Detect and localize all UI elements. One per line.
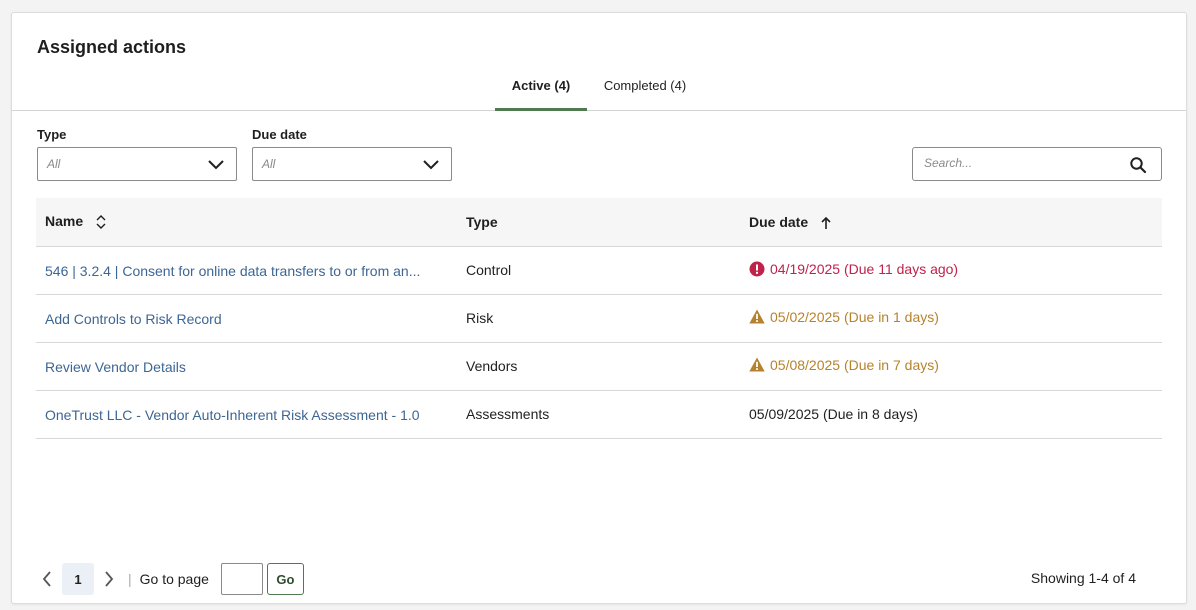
column-header-type-label: Type bbox=[466, 213, 498, 230]
row-name-link[interactable]: 546 | 3.2.4 | Consent for online data tr… bbox=[45, 263, 420, 279]
row-type: Risk bbox=[457, 294, 740, 343]
row-due-date-text: 04/19/2025 (Due 11 days ago) bbox=[770, 260, 959, 277]
column-header-type[interactable]: Type bbox=[457, 198, 740, 247]
goto-page-input[interactable] bbox=[220, 563, 263, 595]
chevron-down-icon bbox=[208, 160, 224, 170]
chevron-right-icon bbox=[105, 571, 114, 587]
search-icon[interactable] bbox=[1129, 156, 1147, 174]
search-input[interactable] bbox=[924, 156, 1114, 170]
sort-ascending-icon[interactable] bbox=[820, 216, 832, 230]
assigned-actions-card: Assigned actions Active (4) Completed (4… bbox=[11, 12, 1187, 604]
row-name-link[interactable]: Review Vendor Details bbox=[45, 359, 186, 375]
type-filter-value: All bbox=[47, 157, 61, 171]
warning-icon bbox=[749, 309, 765, 324]
row-due-date-text: 05/02/2025 (Due in 1 days) bbox=[770, 308, 939, 325]
table-row: Review Vendor Details Vendors 05/08/2025… bbox=[36, 342, 1162, 391]
go-button[interactable]: Go bbox=[266, 563, 304, 595]
results-count: Showing 1-4 of 4 bbox=[1030, 570, 1136, 586]
previous-page-button[interactable] bbox=[36, 563, 58, 595]
search-box bbox=[912, 147, 1162, 181]
type-filter-select[interactable]: All bbox=[37, 147, 237, 181]
table-header-row: Name Type Due date bbox=[36, 198, 1162, 247]
pagination-divider: | bbox=[128, 571, 132, 587]
card-title: Assigned actions bbox=[37, 37, 187, 57]
chevron-down-icon bbox=[423, 160, 439, 170]
next-page-button[interactable] bbox=[98, 563, 120, 595]
column-header-due-date-label: Due date bbox=[749, 213, 809, 230]
row-due-date-text: 05/08/2025 (Due in 7 days) bbox=[770, 356, 939, 373]
warning-icon bbox=[749, 357, 765, 372]
row-due-date: 05/08/2025 (Due in 7 days) bbox=[749, 357, 939, 373]
table-row: OneTrust LLC - Vendor Auto-Inherent Risk… bbox=[36, 390, 1162, 439]
row-type: Vendors bbox=[457, 342, 740, 391]
due-date-filter-value: All bbox=[262, 157, 276, 171]
row-due-date: 05/02/2025 (Due in 1 days) bbox=[749, 309, 939, 325]
type-filter-label: Type bbox=[37, 127, 67, 142]
goto-page-label: Go to page bbox=[139, 571, 209, 587]
chevron-left-icon bbox=[42, 571, 51, 587]
row-due-date: 05/09/2025 (Due in 8 days) bbox=[749, 406, 918, 422]
table-row: Add Controls to Risk Record Risk 05/02/2… bbox=[36, 294, 1162, 343]
column-header-name[interactable]: Name bbox=[36, 198, 457, 247]
column-header-name-label: Name bbox=[45, 213, 84, 230]
row-due-date: 04/19/2025 (Due 11 days ago) bbox=[749, 261, 958, 277]
actions-table: Name Type Due date 546 | 3.2.4 | Consent… bbox=[36, 198, 1162, 439]
row-name-link[interactable]: Add Controls to Risk Record bbox=[45, 311, 222, 327]
error-icon bbox=[749, 261, 765, 276]
row-type: Assessments bbox=[457, 390, 740, 439]
due-date-filter-label: Due date bbox=[252, 127, 307, 142]
pagination: 1 | Go to page Go bbox=[36, 563, 304, 595]
table-row: 546 | 3.2.4 | Consent for online data tr… bbox=[36, 246, 1162, 295]
sort-both-icon[interactable] bbox=[95, 214, 107, 230]
page-button-current[interactable]: 1 bbox=[62, 563, 94, 595]
tab-bar: Active (4) Completed (4) bbox=[12, 73, 1186, 111]
tab-active[interactable]: Active (4) bbox=[495, 73, 587, 111]
row-name-link[interactable]: OneTrust LLC - Vendor Auto-Inherent Risk… bbox=[45, 407, 420, 423]
tab-completed[interactable]: Completed (4) bbox=[587, 73, 703, 111]
row-due-date-text: 05/09/2025 (Due in 8 days) bbox=[749, 406, 918, 422]
row-type: Control bbox=[457, 246, 740, 295]
column-header-due-date[interactable]: Due date bbox=[740, 198, 1162, 247]
due-date-filter-select[interactable]: All bbox=[252, 147, 452, 181]
